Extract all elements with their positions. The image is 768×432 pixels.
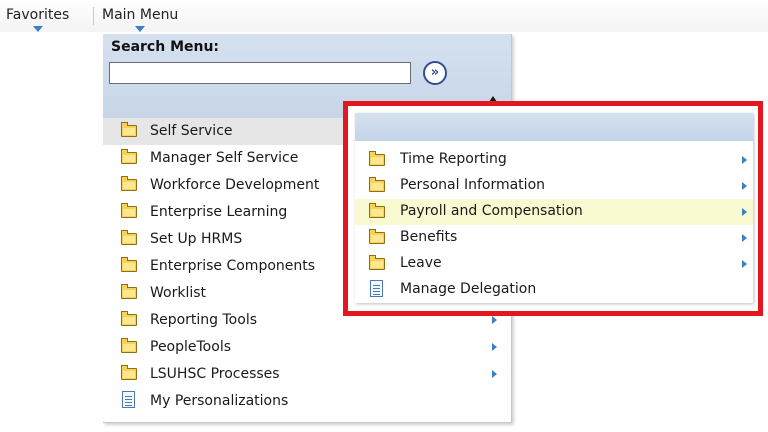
menu-item-label: Manager Self Service <box>150 150 299 166</box>
folder-icon <box>121 122 137 137</box>
folder-icon <box>369 151 385 166</box>
folder-icon <box>121 311 137 326</box>
favorites-menu[interactable]: Favorites <box>6 7 70 32</box>
menu-item-label: Leave <box>400 255 442 271</box>
folder-icon <box>369 203 385 218</box>
highlight-annotation-box: Time Reporting Personal Information Payrol… <box>343 101 763 316</box>
menu-item-label: Worklist <box>150 285 207 301</box>
submenu-header <box>355 113 753 141</box>
menu-item-peopletools[interactable]: PeopleTools <box>103 334 511 361</box>
menu-item-time-reporting[interactable]: Time Reporting <box>355 147 753 173</box>
chevron-right-icon <box>492 343 497 351</box>
menu-item-label: Self Service <box>150 123 233 139</box>
chevron-down-icon <box>135 26 146 32</box>
document-icon <box>370 280 383 297</box>
menu-item-label: PeopleTools <box>150 339 231 355</box>
folder-icon <box>121 203 137 218</box>
menu-item-label: Enterprise Learning <box>150 204 288 220</box>
document-icon <box>122 391 135 408</box>
double-chevron-right-icon: » <box>430 65 440 80</box>
folder-icon <box>121 338 137 353</box>
menu-item-my-personalizations[interactable]: My Personalizations <box>103 388 511 415</box>
menu-item-label: My Personalizations <box>150 393 289 409</box>
search-menu-label: Search Menu: <box>111 39 220 55</box>
topbar-divider <box>93 7 94 25</box>
search-menu-input[interactable] <box>109 62 411 84</box>
menu-item-benefits[interactable]: Benefits <box>355 225 753 251</box>
chevron-right-icon <box>742 182 747 190</box>
chevron-right-icon <box>742 156 747 164</box>
self-service-submenu: Time Reporting Personal Information Payrol… <box>355 113 753 303</box>
menu-item-leave[interactable]: Leave <box>355 251 753 277</box>
folder-icon <box>121 365 137 380</box>
chevron-down-icon <box>32 26 43 32</box>
main-menu-label: Main Menu <box>102 7 179 23</box>
menu-item-lsuhsc-processes[interactable]: LSUHSC Processes <box>103 361 511 388</box>
menu-item-payroll-and-compensation[interactable]: Payroll and Compensation <box>355 199 753 225</box>
menu-item-manage-delegation[interactable]: Manage Delegation <box>355 277 753 303</box>
folder-icon <box>121 257 137 272</box>
chevron-right-icon <box>742 208 747 216</box>
folder-icon <box>121 149 137 164</box>
chevron-right-icon <box>742 260 747 268</box>
chevron-right-icon <box>492 316 497 324</box>
menu-item-label: Manage Delegation <box>400 281 537 297</box>
folder-icon <box>369 255 385 270</box>
favorites-label: Favorites <box>6 7 70 23</box>
menu-item-label: Reporting Tools <box>150 312 257 328</box>
main-menu[interactable]: Main Menu <box>102 7 179 32</box>
chevron-right-icon <box>742 234 747 242</box>
folder-icon <box>121 176 137 191</box>
menu-item-label: Set Up HRMS <box>150 231 243 247</box>
menu-item-label: LSUHSC Processes <box>150 366 280 382</box>
menu-item-label: Time Reporting <box>400 151 507 167</box>
menu-item-label: Payroll and Compensation <box>400 203 583 219</box>
chevron-right-icon <box>492 370 497 378</box>
menu-item-label: Workforce Development <box>150 177 320 193</box>
folder-icon <box>369 229 385 244</box>
folder-icon <box>369 177 385 192</box>
menu-item-label: Enterprise Components <box>150 258 316 274</box>
menu-item-label: Personal Information <box>400 177 546 193</box>
search-go-button[interactable]: » <box>423 61 447 85</box>
top-navigation-bar: Favorites Main Menu <box>0 0 768 32</box>
folder-icon <box>121 230 137 245</box>
menu-item-label: Benefits <box>400 229 458 245</box>
menu-item-personal-information[interactable]: Personal Information <box>355 173 753 199</box>
folder-icon <box>121 284 137 299</box>
